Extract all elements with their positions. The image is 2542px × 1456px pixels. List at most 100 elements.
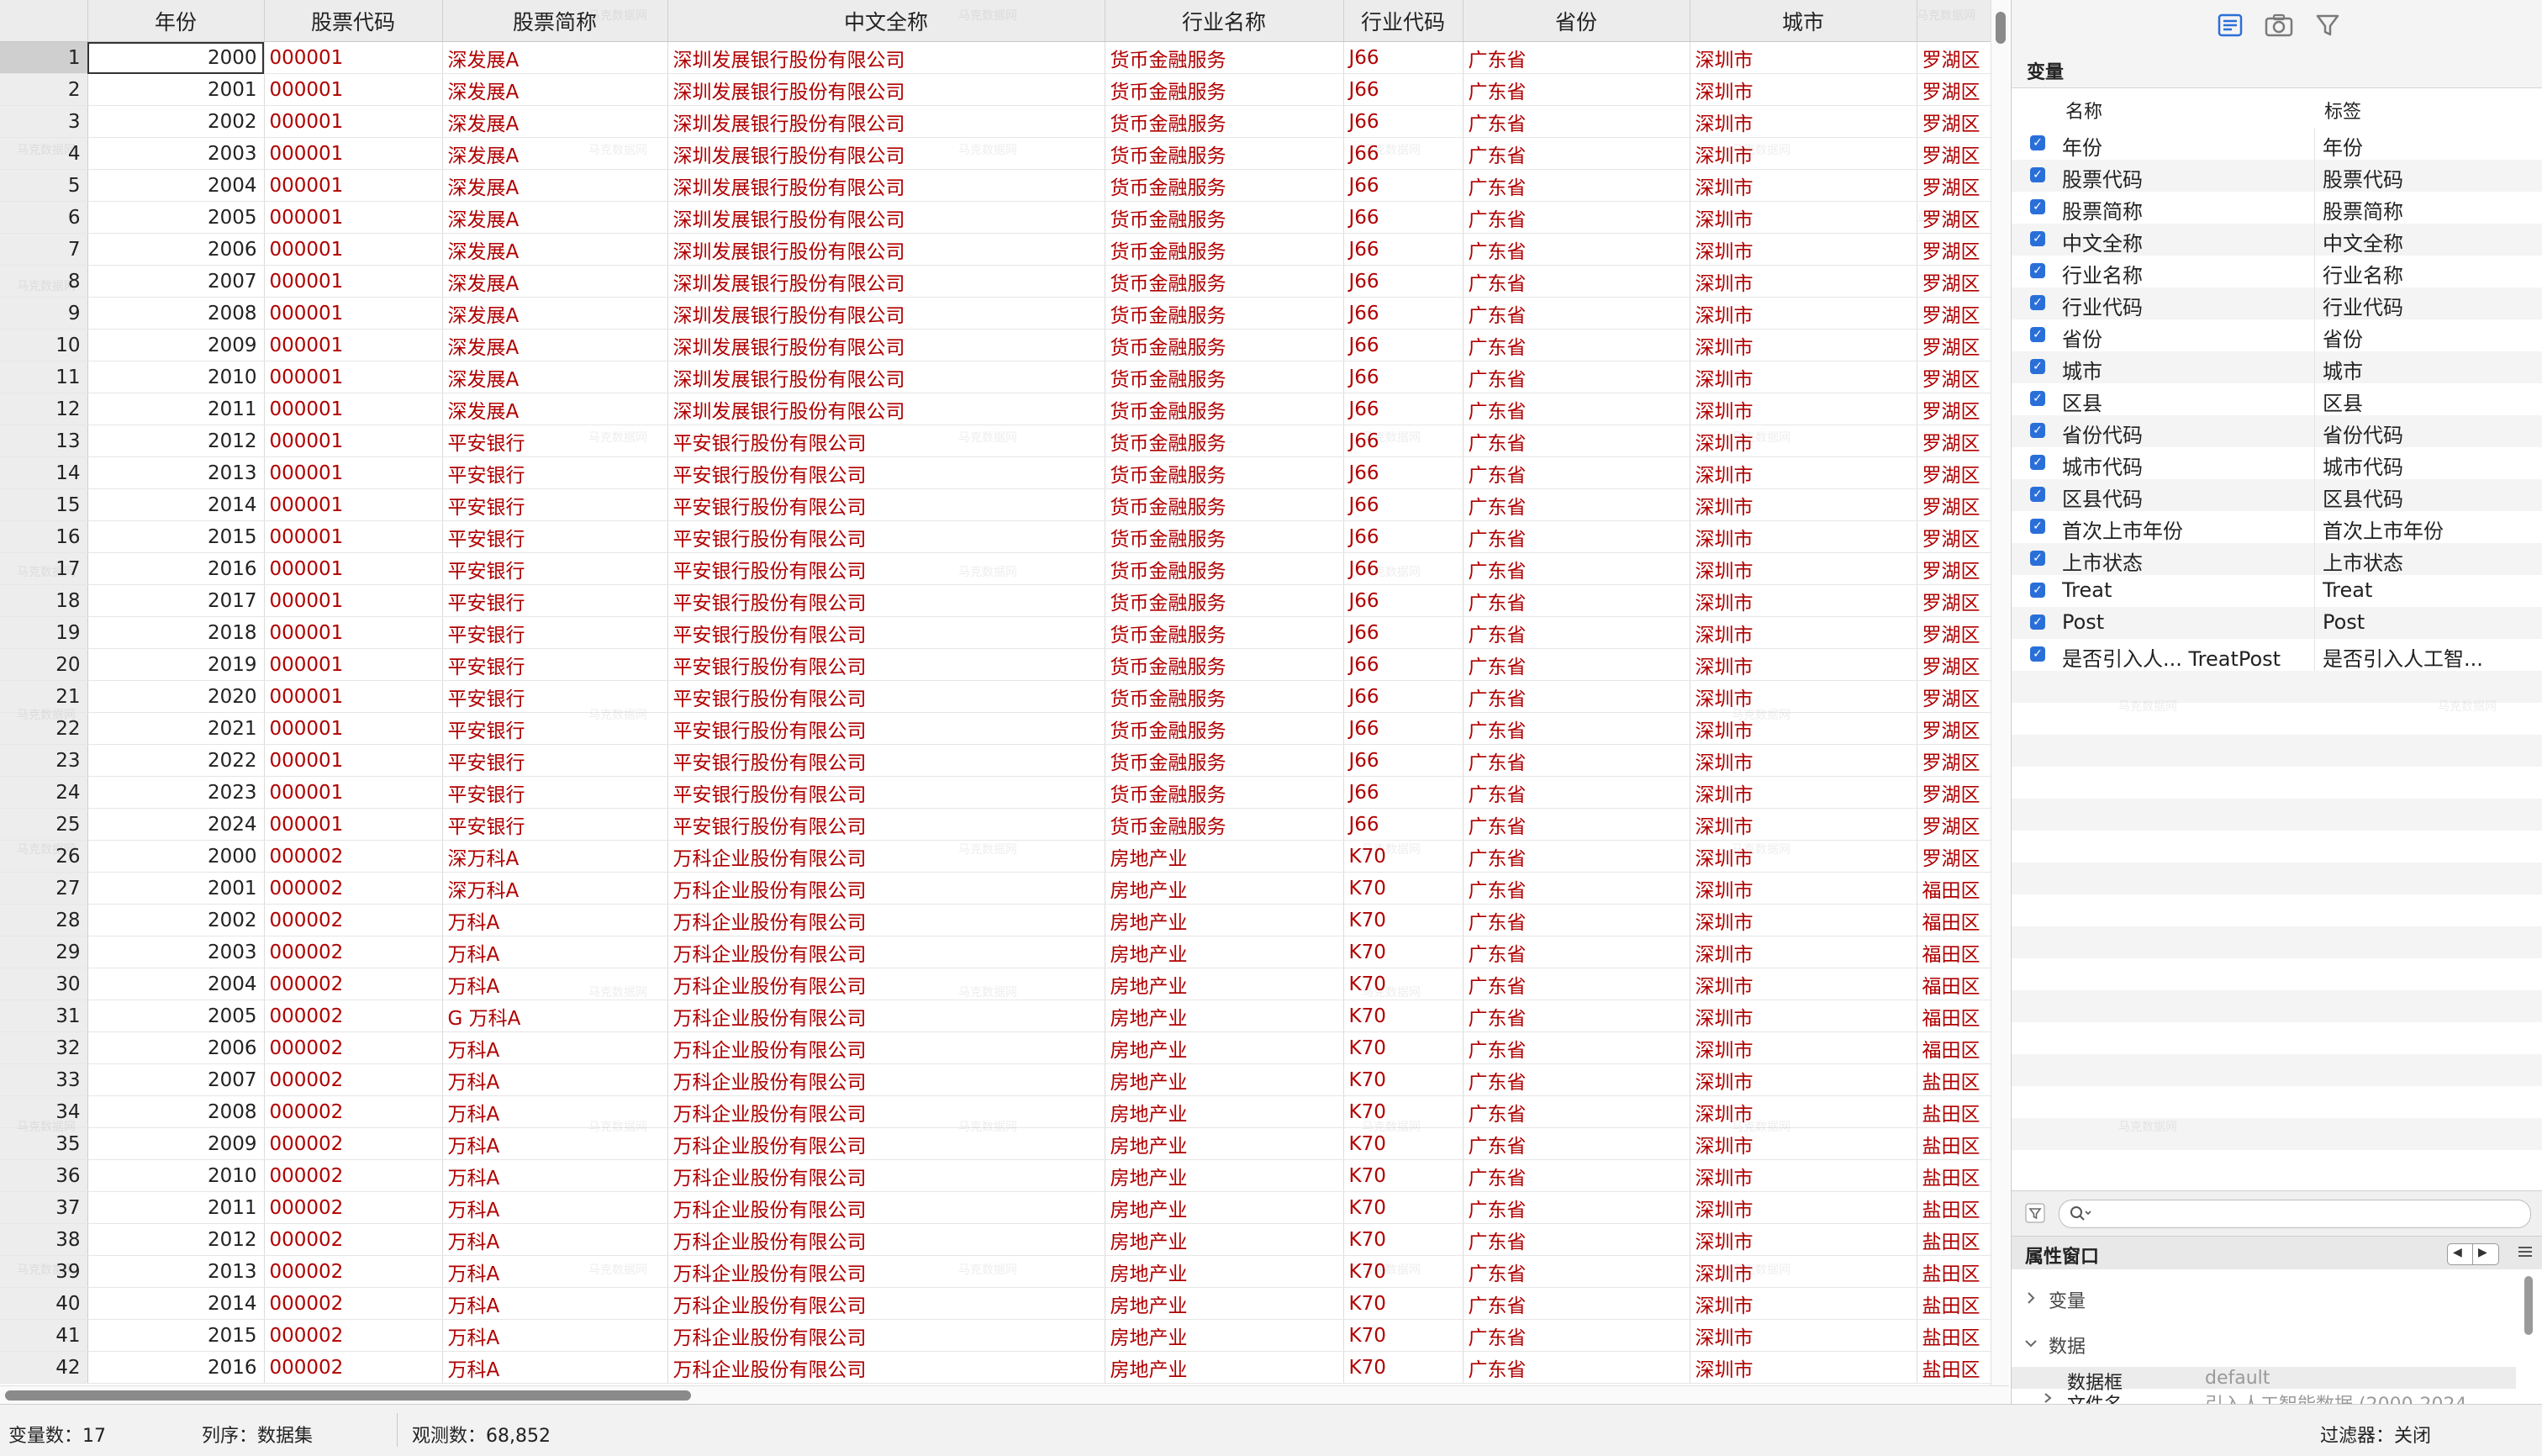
table-cell[interactable]: J66 <box>1343 297 1463 330</box>
table-cell[interactable]: 广东省 <box>1463 233 1690 266</box>
table-cell[interactable]: 深发展A <box>442 329 668 361</box>
table-cell[interactable]: 000001 <box>264 329 443 361</box>
table-cell[interactable]: 广东省 <box>1463 361 1690 393</box>
table-cell[interactable]: 福田区 <box>1917 968 2001 1000</box>
table-cell[interactable]: 万科A <box>442 1095 668 1128</box>
table-cell[interactable]: 2019 <box>87 648 265 681</box>
variable-row[interactable]: ✓ 省份代码 省份代码 <box>2012 415 2542 447</box>
table-cell[interactable]: 平安银行 <box>442 648 668 681</box>
table-cell[interactable]: 广东省 <box>1463 712 1690 745</box>
table-cell[interactable]: 000001 <box>264 41 443 74</box>
row-number-cell[interactable]: 13 <box>0 425 88 457</box>
table-cell[interactable]: 平安银行股份有限公司 <box>667 520 1105 553</box>
properties-section-data[interactable]: 数据 <box>2049 1332 2086 1358</box>
table-cell[interactable]: 房地产业 <box>1105 1031 1344 1064</box>
column-header[interactable]: 年份 <box>87 0 265 42</box>
table-cell[interactable]: 000001 <box>264 456 443 489</box>
table-cell[interactable]: 罗湖区 <box>1917 201 2001 234</box>
table-cell[interactable]: 000002 <box>264 1319 443 1352</box>
table-cell[interactable]: 000002 <box>264 840 443 873</box>
row-number-cell[interactable]: 42 <box>0 1351 88 1384</box>
table-cell[interactable]: 平安银行股份有限公司 <box>667 744 1105 777</box>
table-cell[interactable]: K70 <box>1343 872 1463 905</box>
variables-search-input[interactable] <box>2093 1202 2517 1226</box>
table-cell[interactable]: 货币金融服务 <box>1105 41 1344 74</box>
table-row[interactable]: 23 2022 000001 平安银行 平安银行股份有限公司 货币金融服务 J66 广东省 深圳… <box>0 744 2001 777</box>
table-cell[interactable]: J66 <box>1343 73 1463 106</box>
table-cell[interactable]: K70 <box>1343 1351 1463 1384</box>
table-cell[interactable]: 000001 <box>264 297 443 330</box>
table-cell[interactable]: 广东省 <box>1463 808 1690 841</box>
table-cell[interactable]: 平安银行股份有限公司 <box>667 712 1105 745</box>
table-cell[interactable]: 货币金融服务 <box>1105 712 1344 745</box>
variable-checkbox[interactable]: ✓ <box>2030 455 2045 470</box>
vertical-scrollbar[interactable] <box>1991 0 2009 1385</box>
variable-row[interactable]: ✓ 股票简称 股票简称 <box>2012 192 2542 224</box>
table-cell[interactable]: 平安银行股份有限公司 <box>667 456 1105 489</box>
table-cell[interactable]: 平安银行股份有限公司 <box>667 808 1105 841</box>
table-cell[interactable]: 广东省 <box>1463 680 1690 713</box>
variable-checkbox[interactable]: ✓ <box>2030 519 2045 534</box>
variable-row[interactable]: ✓ 上市状态 上市状态 <box>2012 543 2542 575</box>
table-cell[interactable]: 罗湖区 <box>1917 393 2001 425</box>
table-row[interactable]: 31 2005 000002 G 万科A 万科企业股份有限公司 房地产业 K70 广东省 深圳市… <box>0 1000 2001 1032</box>
table-cell[interactable]: J66 <box>1343 425 1463 457</box>
variable-row[interactable]: ✓ 股票代码 股票代码 <box>2012 160 2542 192</box>
table-cell[interactable]: J66 <box>1343 776 1463 809</box>
table-cell[interactable]: 房地产业 <box>1105 1095 1344 1128</box>
table-cell[interactable]: 广东省 <box>1463 936 1690 968</box>
table-cell[interactable]: 万科企业股份有限公司 <box>667 1127 1105 1160</box>
table-cell[interactable]: 万科A <box>442 1255 668 1288</box>
table-cell[interactable]: 深圳市 <box>1690 1127 1917 1160</box>
table-cell[interactable]: 房地产业 <box>1105 936 1344 968</box>
table-cell[interactable]: J66 <box>1343 616 1463 649</box>
table-cell[interactable]: 盐田区 <box>1917 1255 2001 1288</box>
table-cell[interactable]: 罗湖区 <box>1917 137 2001 170</box>
row-number-cell[interactable]: 41 <box>0 1319 88 1352</box>
table-row[interactable]: 13 2012 000001 平安银行 平安银行股份有限公司 货币金融服务 J66 广东省 深圳… <box>0 425 2001 457</box>
table-cell[interactable]: 罗湖区 <box>1917 616 2001 649</box>
table-cell[interactable]: 广东省 <box>1463 329 1690 361</box>
variable-row[interactable]: ✓ Treat Treat <box>2012 575 2542 607</box>
table-cell[interactable]: K70 <box>1343 1063 1463 1096</box>
table-cell[interactable]: 平安银行 <box>442 488 668 521</box>
table-cell[interactable]: 2014 <box>87 1287 265 1320</box>
table-cell[interactable]: 000001 <box>264 105 443 138</box>
table-cell[interactable]: 000002 <box>264 1095 443 1128</box>
table-cell[interactable]: 深圳市 <box>1690 712 1917 745</box>
table-cell[interactable]: 深圳市 <box>1690 808 1917 841</box>
table-cell[interactable]: 平安银行 <box>442 552 668 585</box>
row-number-cell[interactable]: 20 <box>0 648 88 681</box>
table-cell[interactable]: 2001 <box>87 73 265 106</box>
row-number-cell[interactable]: 28 <box>0 904 88 936</box>
funnel-small-icon[interactable] <box>2025 1203 2045 1223</box>
table-cell[interactable]: 货币金融服务 <box>1105 584 1344 617</box>
table-row[interactable]: 6 2005 000001 深发展A 深圳发展银行股份有限公司 货币金融服务 J66 广东省深… <box>0 201 2001 234</box>
table-cell[interactable]: K70 <box>1343 968 1463 1000</box>
table-cell[interactable]: 深圳市 <box>1690 137 1917 170</box>
table-cell[interactable]: 罗湖区 <box>1917 329 2001 361</box>
table-cell[interactable]: 广东省 <box>1463 1319 1690 1352</box>
table-cell[interactable]: 货币金融服务 <box>1105 73 1344 106</box>
table-cell[interactable]: 深圳发展银行股份有限公司 <box>667 265 1105 298</box>
table-cell[interactable]: 深圳市 <box>1690 425 1917 457</box>
table-cell[interactable]: J66 <box>1343 233 1463 266</box>
table-cell[interactable]: 深圳发展银行股份有限公司 <box>667 41 1105 74</box>
table-cell[interactable]: 万科企业股份有限公司 <box>667 968 1105 1000</box>
table-cell[interactable]: 平安银行股份有限公司 <box>667 616 1105 649</box>
table-cell[interactable]: 深圳市 <box>1690 169 1917 202</box>
table-row[interactable]: 20 2019 000001 平安银行 平安银行股份有限公司 货币金融服务 J66 广东省 深圳… <box>0 648 2001 681</box>
table-cell[interactable]: J66 <box>1343 552 1463 585</box>
table-cell[interactable]: 盐田区 <box>1917 1351 2001 1384</box>
row-number-cell[interactable]: 1 <box>0 41 88 74</box>
table-cell[interactable]: 000001 <box>264 425 443 457</box>
table-cell[interactable]: 深发展A <box>442 265 668 298</box>
table-cell[interactable]: 万科企业股份有限公司 <box>667 904 1105 936</box>
table-cell[interactable]: 万科A <box>442 904 668 936</box>
table-cell[interactable]: 广东省 <box>1463 1223 1690 1256</box>
table-cell[interactable]: 2010 <box>87 1159 265 1192</box>
variable-row[interactable]: ✓ 行业名称 行业名称 <box>2012 256 2542 288</box>
row-number-cell[interactable]: 7 <box>0 233 88 266</box>
table-cell[interactable]: 万科企业股份有限公司 <box>667 936 1105 968</box>
table-row[interactable]: 8 2007 000001 深发展A 深圳发展银行股份有限公司 货币金融服务 J66 广东省深… <box>0 265 2001 298</box>
